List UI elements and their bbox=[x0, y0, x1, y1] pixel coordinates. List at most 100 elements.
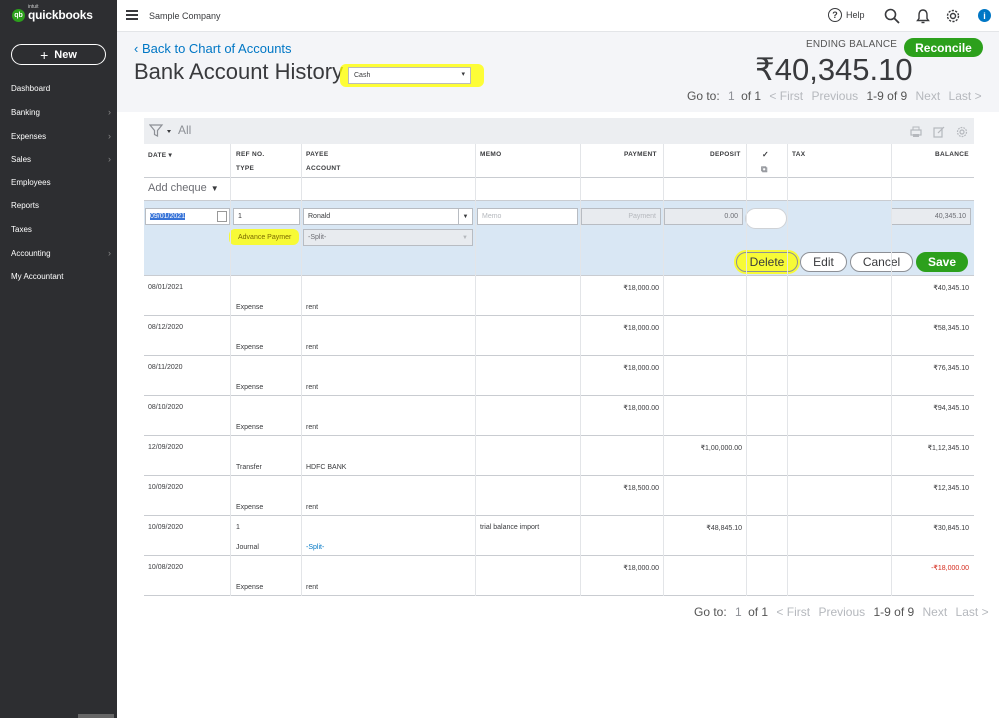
cell-account: rent bbox=[306, 304, 319, 311]
filter-all-label[interactable]: All bbox=[178, 123, 191, 137]
table-row[interactable]: 10/09/2020 1 Journal -Split-trial balance i… bbox=[144, 516, 974, 556]
sidebar-item-my-accountant[interactable]: My Accountant bbox=[11, 272, 111, 281]
table-row[interactable]: 10/08/2020 Expense rent ₹18,000.00 -₹18,000.… bbox=[144, 556, 974, 596]
add-cheque-label: Add cheque bbox=[148, 182, 207, 194]
column-divider bbox=[663, 144, 664, 596]
notifications-bell-icon[interactable] bbox=[915, 8, 931, 24]
ref-no-field[interactable]: 1 bbox=[233, 208, 300, 225]
payee-dropdown-icon[interactable]: ▼ bbox=[458, 209, 472, 224]
column-header-memo[interactable]: MEMO bbox=[480, 151, 501, 158]
pager-bottom: Go to: 1 of 1 < First Previous 1-9 of 9 … bbox=[694, 605, 989, 619]
settings-gear-icon[interactable] bbox=[956, 126, 968, 138]
column-header-payment[interactable]: PAYMENT bbox=[624, 151, 657, 158]
pager-next-link[interactable]: Next bbox=[916, 89, 941, 103]
pager-page-input[interactable]: 1 bbox=[728, 89, 735, 103]
table-row[interactable]: 10/09/2020 Expense rent ₹18,500.00 ₹12,345.1… bbox=[144, 476, 974, 516]
edit-button[interactable]: Edit bbox=[800, 252, 847, 272]
account-field-value: -Split- bbox=[308, 234, 327, 241]
column-header-tax[interactable]: TAX bbox=[792, 151, 805, 158]
cell-balance: ₹76,345.10 bbox=[933, 365, 969, 372]
type-field[interactable]: Advance Paymer bbox=[233, 229, 300, 246]
gear-icon[interactable] bbox=[945, 8, 961, 24]
payment-field[interactable]: Payment bbox=[581, 208, 661, 225]
table-row[interactable]: 08/01/2021 Expense rent ₹18,000.00 ₹40,345.1… bbox=[144, 276, 974, 316]
cell-payment: ₹18,500.00 bbox=[623, 485, 659, 492]
export-icon[interactable] bbox=[933, 126, 945, 138]
column-header-cleared[interactable]: ✓ bbox=[762, 150, 769, 159]
sidebar-scroll-indicator bbox=[78, 714, 114, 718]
chevron-right-icon: › bbox=[108, 154, 111, 164]
print-icon[interactable] bbox=[910, 126, 922, 138]
sidebar-item-reports[interactable]: Reports bbox=[11, 201, 111, 210]
calendar-icon[interactable] bbox=[217, 211, 227, 222]
filter-icon[interactable] bbox=[149, 124, 173, 138]
table-row[interactable]: 08/12/2020 Expense rent ₹18,000.00 ₹58,345.1… bbox=[144, 316, 974, 356]
back-to-chart-of-accounts-link[interactable]: ‹ Back to Chart of Accounts bbox=[134, 41, 292, 56]
payee-field-value: Ronald bbox=[308, 213, 331, 220]
cell-balance: ₹94,345.10 bbox=[933, 405, 969, 412]
account-select[interactable]: Cash ▾ bbox=[348, 67, 471, 84]
cell-account: HDFC BANK bbox=[306, 464, 347, 471]
sidebar: intuit qb quickbooks + New Dashboard Bank… bbox=[0, 0, 117, 718]
pager-last-link[interactable]: Last > bbox=[956, 605, 989, 619]
cell-account: rent bbox=[306, 504, 319, 511]
payee-field[interactable]: Ronald ▼ bbox=[303, 208, 473, 225]
sidebar-item-banking[interactable]: Banking › bbox=[11, 107, 111, 117]
sidebar-item-sales[interactable]: Sales › bbox=[11, 154, 111, 164]
cell-type: Expense bbox=[236, 304, 264, 311]
add-cheque-dropdown[interactable]: Add cheque ▼ bbox=[148, 182, 219, 194]
column-divider bbox=[475, 144, 476, 596]
table-row[interactable]: 12/09/2020 Transfer HDFC BANK ₹1,00,000.00 ₹… bbox=[144, 436, 974, 476]
intuit-label: intuit bbox=[28, 4, 39, 10]
cell-type: Expense bbox=[236, 584, 264, 591]
account-field[interactable]: -Split- ▼ bbox=[303, 229, 473, 246]
quickbooks-logo[interactable]: intuit qb quickbooks bbox=[12, 4, 93, 22]
table-row[interactable]: 08/11/2020 Expense rent ₹18,000.00 ₹76,345.1… bbox=[144, 356, 974, 396]
help-button[interactable]: ? Help bbox=[828, 8, 865, 22]
pager-previous-link[interactable]: Previous bbox=[818, 605, 865, 619]
memo-field[interactable]: Memo bbox=[477, 208, 578, 225]
column-header-balance[interactable]: BALANCE bbox=[935, 151, 969, 158]
deposit-field[interactable]: 0.00 bbox=[664, 208, 743, 225]
sidebar-item-taxes[interactable]: Taxes bbox=[11, 225, 111, 234]
cell-date: 08/01/2021 bbox=[148, 284, 184, 291]
column-header-type[interactable]: TYPE bbox=[236, 165, 254, 172]
sidebar-item-expenses[interactable]: Expenses › bbox=[11, 131, 111, 141]
pager-previous-link[interactable]: Previous bbox=[811, 89, 858, 103]
hamburger-menu-icon[interactable] bbox=[126, 10, 138, 20]
sidebar-item-label: My Accountant bbox=[11, 272, 64, 281]
cancel-button[interactable]: Cancel bbox=[850, 252, 913, 272]
sidebar-item-accounting[interactable]: Accounting › bbox=[11, 248, 111, 258]
caret-down-icon: ▼ bbox=[210, 184, 219, 193]
cell-balance: -₹18,000.00 bbox=[931, 565, 969, 572]
pager-first-link[interactable]: < First bbox=[776, 605, 810, 619]
reconcile-button[interactable]: Reconcile bbox=[904, 38, 983, 57]
sidebar-item-dashboard[interactable]: Dashboard bbox=[11, 84, 111, 93]
column-header-deposit[interactable]: DEPOSIT bbox=[710, 151, 741, 158]
pager-last-link[interactable]: Last > bbox=[949, 89, 982, 103]
grid-toolbar: All bbox=[144, 118, 974, 144]
cleared-toggle[interactable] bbox=[745, 208, 787, 229]
column-header-account[interactable]: ACCOUNT bbox=[306, 165, 341, 172]
info-icon[interactable]: i bbox=[978, 9, 991, 22]
cell-balance: ₹12,345.10 bbox=[933, 485, 969, 492]
pager-next-link[interactable]: Next bbox=[923, 605, 948, 619]
pager-page-input[interactable]: 1 bbox=[735, 605, 742, 619]
register-grid: All DATE ▾ REF NO. TYPE PAYEE ACCOUNT ME… bbox=[144, 118, 974, 596]
column-header-ref-no[interactable]: REF NO. bbox=[236, 151, 264, 158]
save-button[interactable]: Save bbox=[916, 252, 968, 272]
search-icon[interactable] bbox=[884, 8, 900, 24]
pager-first-link[interactable]: < First bbox=[769, 89, 803, 103]
date-field[interactable]: 09/01/2021 bbox=[145, 208, 230, 225]
sidebar-item-label: Expenses bbox=[11, 131, 47, 141]
sidebar-item-employees[interactable]: Employees bbox=[11, 178, 111, 187]
new-button[interactable]: + New bbox=[11, 44, 106, 65]
column-divider bbox=[891, 144, 892, 596]
cell-date: 12/09/2020 bbox=[148, 444, 184, 451]
column-header-payee[interactable]: PAYEE bbox=[306, 151, 328, 158]
account-dropdown-icon[interactable]: ▼ bbox=[458, 230, 472, 245]
table-row[interactable]: 08/10/2020 Expense rent ₹18,000.00 ₹94,345.1… bbox=[144, 396, 974, 436]
pager-goto-label: Go to: bbox=[694, 605, 727, 619]
column-header-date[interactable]: DATE ▾ bbox=[148, 151, 172, 159]
cell-account[interactable]: -Split- bbox=[306, 544, 324, 551]
